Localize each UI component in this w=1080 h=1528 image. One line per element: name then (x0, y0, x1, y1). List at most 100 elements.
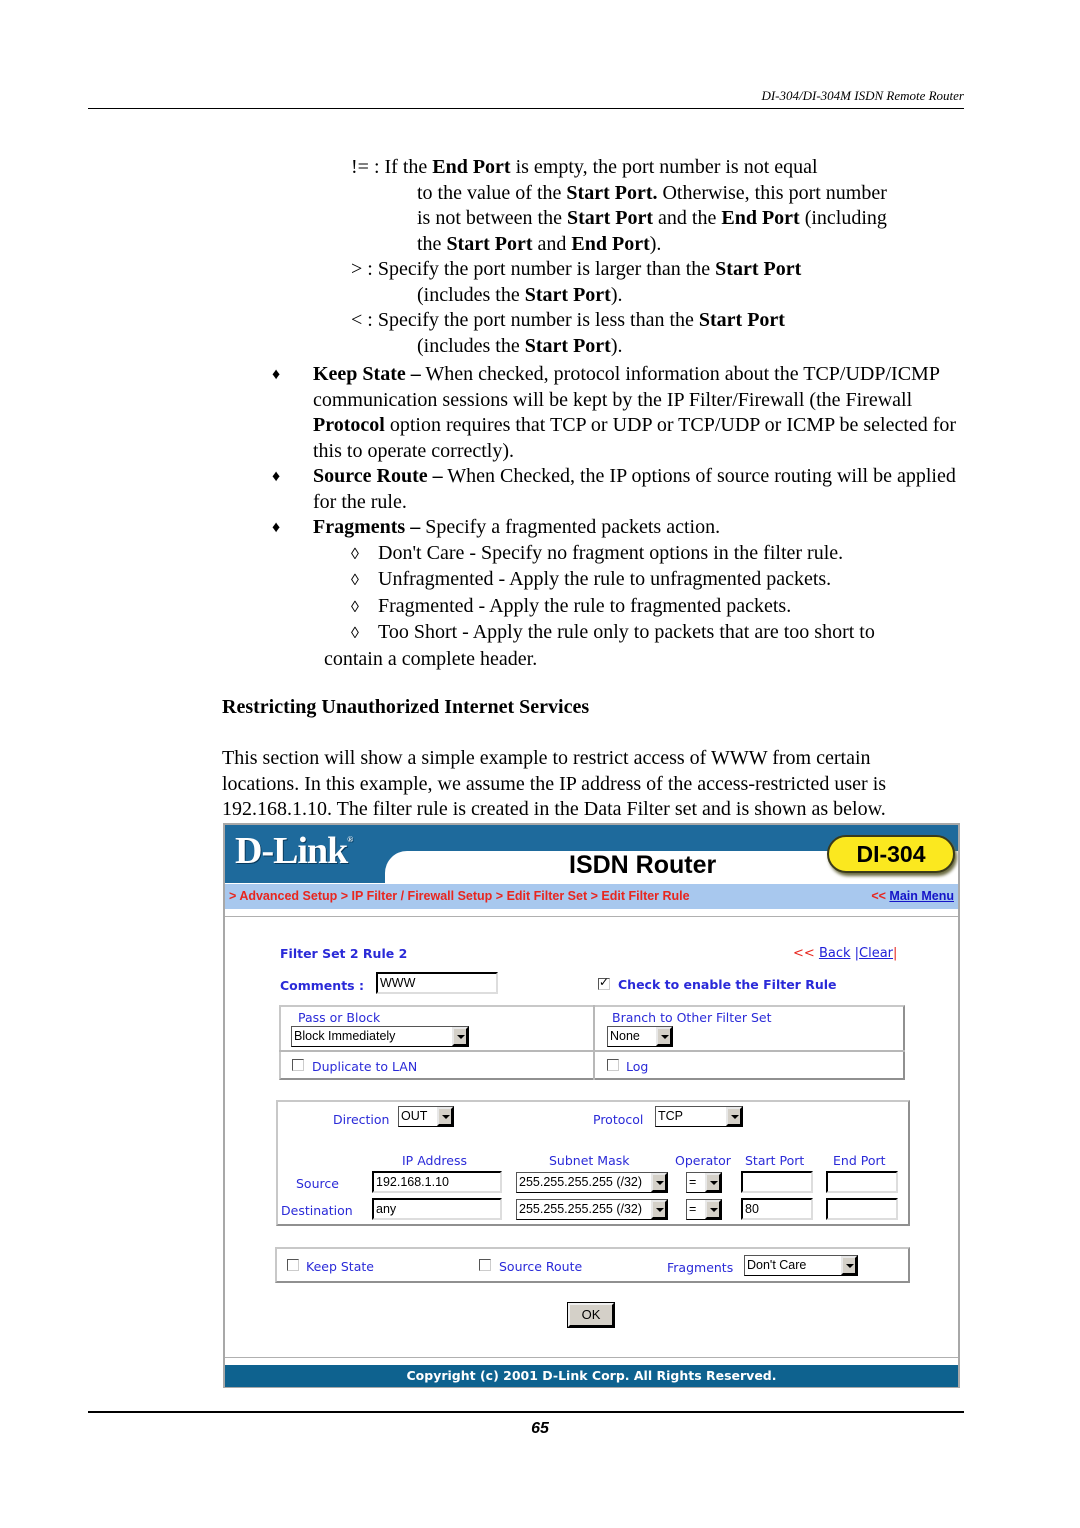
direction-label: Direction (333, 1112, 390, 1127)
operator-definition: < : Specify the port number is less than… (351, 309, 785, 331)
operator-definition-continuation: to the value of the Start Port. Otherwis… (417, 181, 887, 204)
breadcrumb-edit-filter-set[interactable]: Edit Filter Set (507, 889, 588, 903)
nav-links: << Back |Clear| (793, 946, 898, 961)
page-number: 65 (531, 1420, 549, 1437)
intro-paragraph: This section will show a simple example … (222, 747, 887, 820)
destination-mask-select[interactable]: 255.255.255.255 (/32) (516, 1199, 668, 1220)
chevron-down-icon[interactable] (651, 1200, 667, 1219)
duplicate-lan-checkbox[interactable] (292, 1059, 304, 1071)
bullet-term: Fragments – (313, 516, 421, 538)
bullet-source-route: ♦ Source Route – When Checked, the IP op… (270, 464, 970, 515)
double-left-arrow-icon: << (793, 946, 815, 961)
enable-rule-checkbox[interactable] (598, 975, 610, 990)
col-start-port: Start Port (745, 1153, 805, 1168)
footer-rule (88, 1411, 964, 1413)
operator-definition-continuation: is not between the Start Port and the En… (417, 207, 887, 229)
col-subnet-mask: Subnet Mask (549, 1153, 630, 1168)
section-title: Restricting Unauthorized Internet Servic… (222, 696, 590, 718)
protocol-label: Protocol (593, 1112, 644, 1127)
chevron-down-icon[interactable] (705, 1200, 721, 1219)
destination-end-port-input[interactable] (826, 1198, 898, 1220)
app-title: ISDN Router (569, 851, 717, 879)
hollow-diamond-icon: ◊ (351, 572, 359, 589)
list-item-continuation: contain a complete header. (324, 647, 538, 670)
pass-block-select[interactable]: Block Immediately (291, 1026, 469, 1047)
keep-state-checkbox[interactable] (287, 1259, 299, 1271)
breadcrumb: > Advanced Setup > IP Filter / Firewall … (229, 889, 690, 903)
chevron-down-icon[interactable] (656, 1027, 672, 1046)
pass-block-label: Pass or Block (298, 1010, 381, 1025)
branch-select[interactable]: None (607, 1026, 673, 1047)
operator-definitions: != : If the End Port is empty, the port … (351, 155, 971, 359)
breadcrumb-advanced-setup[interactable]: Advanced Setup (239, 889, 337, 903)
header-banner: D-Link® ISDN Router DI-304 (225, 825, 958, 883)
source-ip-input[interactable]: 192.168.1.10 (372, 1171, 502, 1193)
source-end-port-input[interactable] (826, 1171, 898, 1193)
breadcrumb-ip-filter[interactable]: IP Filter / Firewall Setup (352, 889, 493, 903)
fragment-options-list: ◊ Don't Care - Specify no fragment option… (270, 541, 970, 673)
breadcrumb-edit-filter-rule: Edit Filter Rule (601, 889, 690, 903)
dlink-logo: D-Link® (235, 830, 353, 872)
direction-select[interactable]: OUT (398, 1106, 454, 1127)
destination-ip-input[interactable]: any (372, 1198, 502, 1220)
keep-state-label: Keep State (306, 1259, 374, 1274)
chevron-down-icon[interactable] (841, 1256, 857, 1275)
col-end-port: End Port (833, 1153, 886, 1168)
copyright-bar: Copyright (c) 2001 D-Link Corp. All Righ… (225, 1365, 958, 1387)
protocol-select[interactable]: TCP (655, 1106, 743, 1127)
diamond-bullet-icon: ♦ (272, 468, 281, 485)
col-operator: Operator (675, 1153, 731, 1168)
source-start-port-input[interactable] (741, 1171, 813, 1193)
list-item: ◊ Fragmented - Apply the rule to fragment… (351, 594, 970, 621)
router-ui-screenshot: D-Link® ISDN Router DI-304 > Advanced Se… (223, 823, 960, 1388)
source-mask-select[interactable]: 255.255.255.255 (/32) (516, 1172, 668, 1193)
col-ip-address: IP Address (402, 1153, 467, 1168)
operator-definition-continuation: (includes the Start Port). (417, 283, 623, 306)
destination-start-port-input[interactable]: 80 (741, 1198, 813, 1220)
option-bullets: ♦ Keep State – When checked, protocol in… (270, 362, 970, 672)
diamond-bullet-icon: ♦ (272, 519, 281, 536)
list-item: ◊ Unfragmented - Apply the rule to unfrag… (351, 567, 970, 594)
divider (225, 1357, 958, 1358)
branch-label: Branch to Other Filter Set (612, 1010, 772, 1025)
chevron-down-icon[interactable] (437, 1107, 453, 1126)
log-checkbox[interactable] (607, 1059, 619, 1071)
breadcrumb-bar: > Advanced Setup > IP Filter / Firewall … (225, 884, 958, 909)
source-label: Source (296, 1176, 339, 1191)
comments-label: Comments : (280, 978, 364, 993)
double-left-arrow-icon: << (871, 889, 886, 903)
chevron-down-icon[interactable] (651, 1173, 667, 1192)
bullet-fragments: ♦ Fragments – Specify a fragmented packe… (270, 515, 970, 541)
fragments-select[interactable]: Don't Care (744, 1255, 858, 1276)
bullet-keep-state: ♦ Keep State – When checked, protocol in… (270, 362, 970, 464)
divider (225, 916, 958, 917)
source-route-label: Source Route (499, 1259, 583, 1274)
bullet-term: Keep State – (313, 363, 421, 385)
bullet-term: Source Route – (313, 465, 443, 487)
ok-button[interactable]: OK (567, 1302, 615, 1328)
enable-rule-label: Check to enable the Filter Rule (618, 977, 837, 992)
chevron-down-icon[interactable] (452, 1027, 468, 1046)
diamond-bullet-icon: ♦ (272, 366, 281, 383)
hollow-diamond-icon: ◊ (351, 545, 359, 563)
hollow-diamond-icon: ◊ (351, 598, 359, 616)
list-item: ◊ Too Short - Apply the rule only to pack… (351, 620, 970, 647)
log-label: Log (626, 1059, 649, 1074)
destination-label: Destination (281, 1203, 353, 1218)
chevron-down-icon[interactable] (726, 1107, 742, 1126)
operator-definition: != : If the End Port is empty, the port … (351, 156, 818, 178)
comments-input[interactable]: WWW (376, 972, 498, 994)
list-item: ◊ Don't Care - Specify no fragment option… (351, 541, 970, 568)
back-link[interactable]: Back (819, 946, 851, 961)
clear-link[interactable]: Clear (859, 946, 893, 961)
source-operator-select[interactable]: = (686, 1172, 722, 1193)
fragments-label: Fragments (667, 1260, 734, 1275)
source-route-checkbox[interactable] (479, 1259, 491, 1271)
rule-title: Filter Set 2 Rule 2 (280, 946, 408, 961)
running-header: DI-304/DI-304M ISDN Remote Router (88, 88, 964, 109)
hollow-diamond-icon: ◊ (351, 625, 359, 642)
chevron-down-icon[interactable] (705, 1173, 721, 1192)
main-menu-link[interactable]: Main Menu (889, 889, 954, 903)
destination-operator-select[interactable]: = (686, 1199, 722, 1220)
model-badge: DI-304 (827, 835, 955, 873)
